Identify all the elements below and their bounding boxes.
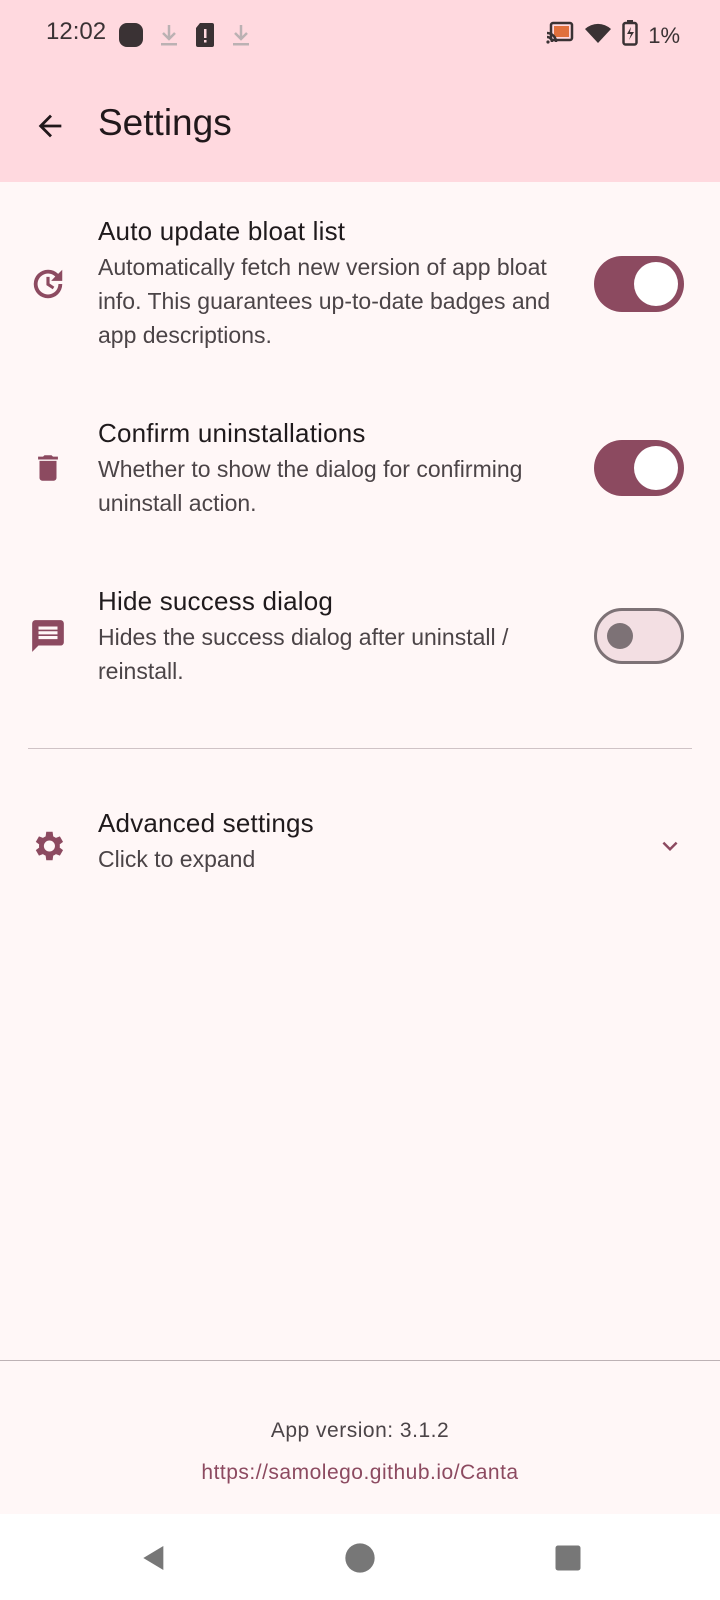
wifi-icon [584,21,612,50]
nav-recents-button[interactable] [548,1538,588,1578]
section-divider [28,748,692,749]
nav-back-button[interactable] [134,1538,174,1578]
battery-percentage: 1% [648,22,680,48]
setting-confirm-uninstall[interactable]: Confirm uninstallations Whether to show … [0,402,720,532]
setting-description: Hides the success dialog after uninstall… [98,624,509,684]
setting-description: Automatically fetch new version of app b… [98,254,551,348]
status-icons-left [118,22,252,53]
app-notification-icon [118,22,144,53]
status-icons-right: 1% [546,20,680,51]
toggle-knob [607,623,633,649]
app-version: App version: 3.1.2 [270,1419,450,1442]
toggle-knob [634,262,678,306]
back-button[interactable] [24,100,76,152]
download-icon [158,22,180,53]
status-time: 12:02 [46,18,107,45]
page-title: Settings [98,102,232,143]
hide-success-dialog-toggle[interactable] [594,608,684,664]
advanced-settings-subtitle: Click to expand [98,846,256,872]
nav-home-button[interactable] [340,1538,380,1578]
update-clock-icon [28,264,68,304]
sim-alert-icon [194,22,216,53]
arrow-back-icon [38,114,62,138]
message-icon [28,616,68,656]
setting-auto-update[interactable]: Auto update bloat list Automatically fet… [0,200,720,370]
gear-icon [28,826,68,866]
project-link[interactable]: https://samolego.github.io/Canta [0,1461,720,1485]
advanced-settings-title: Advanced settings [98,808,314,838]
toggle-knob [634,446,678,490]
square-recents-icon [555,1545,581,1571]
auto-update-toggle[interactable] [594,256,684,312]
download-icon [230,22,252,53]
system-navigation-bar [0,1514,720,1600]
cast-icon [546,21,574,50]
battery-charging-icon [622,20,638,51]
setting-title: Hide success dialog [98,586,334,616]
status-bar: 12:02 1% [0,0,720,72]
confirm-uninstall-toggle[interactable] [594,440,684,496]
triangle-back-icon [143,1546,164,1570]
setting-hide-success-dialog[interactable]: Hide success dialog Hides the success di… [0,570,720,700]
setting-title: Confirm uninstallations [98,418,366,448]
footer-divider [0,1360,720,1361]
top-app-bar: Settings [0,72,720,182]
chevron-down-icon[interactable] [654,830,686,862]
trash-icon [28,448,68,488]
circle-home-icon [345,1543,375,1573]
setting-title: Auto update bloat list [98,216,346,246]
setting-description: Whether to show the dialog for confirmin… [98,456,523,516]
advanced-settings-expander[interactable]: Advanced settings Click to expand [0,790,720,900]
